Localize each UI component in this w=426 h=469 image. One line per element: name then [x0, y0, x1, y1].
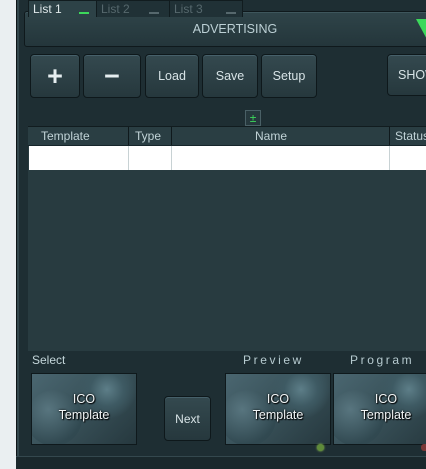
add-list-icon[interactable]: ±	[245, 110, 261, 126]
cell-separator	[128, 146, 129, 170]
save-button[interactable]: Save	[202, 54, 258, 98]
show-button[interactable]: SHOW	[387, 54, 426, 96]
add-button[interactable]: +	[30, 54, 80, 98]
bottom-strip	[16, 456, 426, 469]
template-list-table: Template Type Name Status	[28, 126, 426, 351]
col-separator	[128, 127, 129, 145]
down-triangle-icon[interactable]	[416, 19, 426, 45]
program-status-led	[421, 444, 426, 451]
col-name[interactable]: Name	[255, 129, 287, 143]
program-thumbnail[interactable]: ICO Template	[333, 373, 426, 445]
cell-separator	[171, 146, 172, 170]
thumb-line2: Template	[252, 408, 304, 422]
setup-button[interactable]: Setup	[261, 54, 317, 98]
preview-label: Preview	[243, 353, 304, 367]
load-button[interactable]: Load	[145, 54, 199, 98]
preview-status-led	[317, 444, 324, 451]
tab-label: List 1	[33, 2, 62, 16]
thumb-line1: ICO	[72, 392, 96, 406]
tab-list-2[interactable]: List 2	[96, 0, 170, 17]
tab-list-1[interactable]: List 1	[28, 0, 102, 17]
thumb-line1: ICO	[266, 392, 290, 406]
select-label: Select	[32, 353, 66, 367]
tab-indicator	[226, 12, 236, 14]
remove-button[interactable]: −	[83, 54, 141, 98]
select-thumbnail[interactable]: ICO Template	[31, 373, 137, 445]
col-type[interactable]: Type	[135, 129, 161, 143]
col-template[interactable]: Template	[41, 129, 90, 143]
thumb-line1: ICO	[374, 392, 398, 406]
next-button[interactable]: Next	[164, 396, 211, 441]
preview-thumbnail[interactable]: ICO Template	[225, 373, 331, 445]
tab-label: List 3	[174, 2, 203, 16]
table-header: Template Type Name Status	[28, 127, 426, 146]
tab-list-3[interactable]: List 3	[169, 0, 243, 17]
tab-label: List 2	[101, 2, 130, 16]
cell-separator	[389, 146, 390, 170]
tab-indicator	[79, 12, 89, 14]
col-separator	[389, 127, 390, 145]
tab-indicator	[149, 12, 159, 14]
thumb-line2: Template	[58, 408, 110, 422]
panel-title: ADVERTISING	[192, 22, 278, 36]
program-label: Program	[350, 353, 415, 367]
table-row[interactable]	[29, 146, 426, 170]
thumb-line2: Template	[360, 408, 412, 422]
col-status[interactable]: Status	[395, 129, 426, 143]
col-separator	[171, 127, 172, 145]
